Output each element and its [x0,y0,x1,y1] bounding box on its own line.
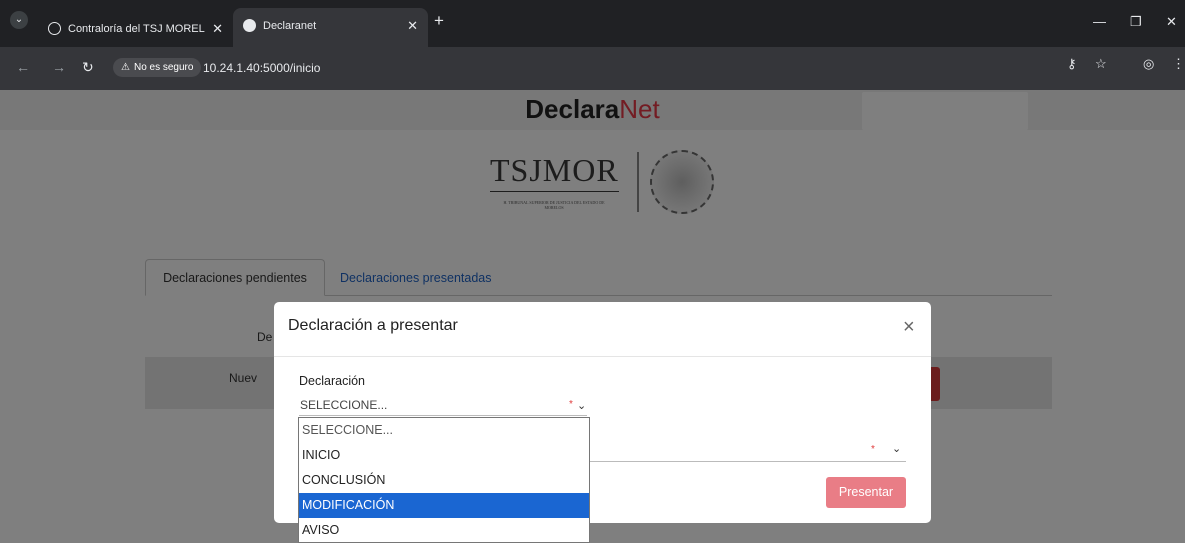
restore-icon[interactable]: ❐ [1130,14,1142,30]
dropdown-option-highlighted[interactable]: MODIFICACIÓN [299,493,589,518]
declaration-select[interactable]: SELECCIONE... * ⌄ [299,394,587,416]
security-label: No es seguro [133,62,194,73]
present-button[interactable]: Presentar [826,477,906,508]
select-value: SELECCIONE... [300,398,388,412]
warning-icon: ⚠ [121,62,130,73]
browser-tab-strip: ⌄ Contraloría del TSJ MORELOS ✕ Declaran… [0,0,1185,47]
modal-header: Declaración a presentar × [274,302,931,357]
key-icon[interactable]: ⚷ [1067,56,1077,72]
forward-arrow-icon[interactable]: → [52,59,66,75]
tab-title: Declaranet [263,19,317,32]
modal-title: Declaración a presentar [288,317,458,334]
reload-icon[interactable]: ↻ [82,59,94,76]
dropdown-option[interactable]: INICIO [299,443,589,468]
dropdown-option[interactable]: SELECCIONE... [299,418,589,443]
secondary-select[interactable]: * ⌄ [589,436,906,462]
browser-tab-contraloria[interactable]: Contraloría del TSJ MORELOS ✕ [38,10,233,47]
dropdown-option[interactable]: CONCLUSIÓN [299,468,589,493]
close-icon[interactable]: × [903,317,915,337]
close-window-icon[interactable]: ✕ [1166,14,1177,30]
star-icon[interactable]: ☆ [1095,56,1107,72]
chevron-down-icon: ⌄ [577,400,587,412]
security-chip[interactable]: ⚠ No es seguro [113,58,202,77]
browser-tab-declaranet[interactable]: Declaranet ✕ [233,8,428,47]
declaration-dropdown-list: SELECCIONE... INICIO CONCLUSIÓN MODIFICA… [298,417,590,543]
close-tab-icon[interactable]: ✕ [212,21,223,37]
required-asterisk: * [569,399,573,410]
globe-icon [48,22,61,35]
new-tab-icon[interactable]: + [434,11,444,31]
url-text[interactable]: 10.24.1.40:5000/inicio [203,61,320,75]
close-tab-icon[interactable]: ✕ [407,18,418,34]
dropdown-option[interactable]: AVISO [299,518,589,543]
declaration-field-label: Declaración [299,374,366,388]
chevron-down-icon[interactable]: ⌄ [10,11,28,29]
required-asterisk: * [871,444,875,455]
site-favicon-icon [243,19,256,32]
minimize-icon[interactable]: — [1093,14,1106,29]
chevron-down-icon: ⌄ [892,443,902,455]
profile-icon[interactable]: ◎ [1143,56,1154,72]
kebab-menu-icon[interactable]: ⋮ [1172,56,1185,72]
back-arrow-icon[interactable]: ← [16,59,30,75]
tab-title: Contraloría del TSJ MORELOS [68,22,205,35]
